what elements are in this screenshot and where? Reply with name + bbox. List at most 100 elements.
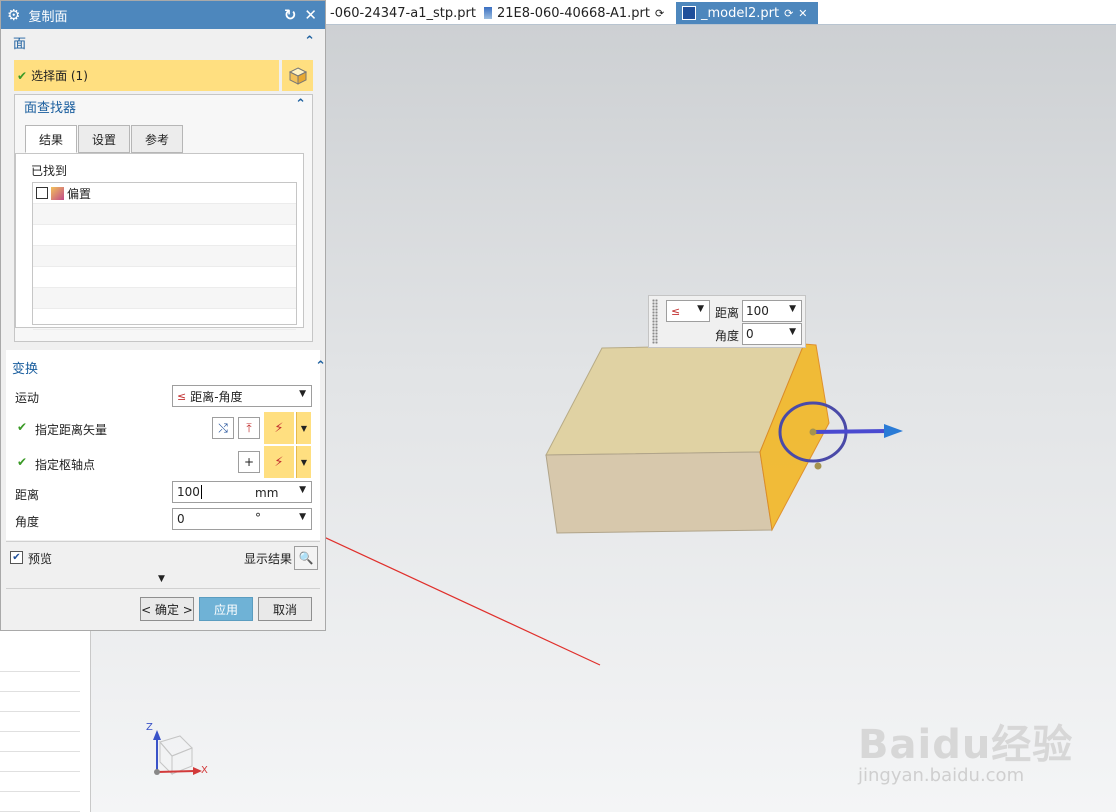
- collapse-icon[interactable]: ⌃: [304, 34, 315, 49]
- chevron-down-icon: ▼: [697, 304, 704, 314]
- tab-label: 参考: [144, 132, 169, 147]
- distance-input[interactable]: 100 mm ▼: [172, 481, 312, 503]
- reset-icon[interactable]: ↻: [284, 6, 297, 24]
- vector-dialog-button[interactable]: ⤒: [238, 417, 260, 439]
- transform-section-header[interactable]: 变换 ⌃: [0, 354, 336, 380]
- section-title: 面查找器: [24, 100, 77, 116]
- list-item: [33, 288, 296, 309]
- handle-angle-input[interactable]: 0 ▼: [742, 323, 802, 345]
- chevron-down-icon[interactable]: ▼: [299, 485, 306, 495]
- list-item: [33, 225, 296, 246]
- expand-more-icon[interactable]: ▼: [158, 574, 165, 584]
- ok-label: < 确定 >: [141, 602, 193, 617]
- tab-sync-icon[interactable]: ⟳: [784, 7, 793, 20]
- apply-label: 应用: [213, 602, 238, 617]
- collapse-icon[interactable]: ⌃: [295, 97, 306, 112]
- chevron-down-icon[interactable]: ▼: [299, 512, 306, 522]
- face-finder-header[interactable]: 面查找器 ⌃: [15, 95, 312, 117]
- item-checkbox[interactable]: [36, 187, 48, 199]
- view-triad: [153, 730, 202, 776]
- list-item[interactable]: 偏置: [33, 183, 296, 204]
- finder-tabs: 结果 设置 参考: [25, 125, 184, 153]
- dialog-title: 复制面: [28, 9, 68, 25]
- apply-button[interactable]: 应用: [199, 597, 253, 621]
- vector-options-dropdown[interactable]: ▼: [296, 412, 311, 444]
- handle-angle-value: 0: [746, 327, 754, 341]
- angle-label: 角度: [15, 515, 40, 529]
- distance-vector-label: 指定距离矢量: [35, 423, 108, 437]
- drag-grip-icon[interactable]: [652, 299, 658, 344]
- chevron-down-icon: ▼: [789, 304, 796, 314]
- show-result-button[interactable]: 🔍: [294, 546, 318, 570]
- check-icon: ✔: [17, 68, 28, 83]
- handle-distance-input[interactable]: 100 ▼: [742, 300, 802, 322]
- list-item: [33, 204, 296, 225]
- reverse-direction-button[interactable]: ⤭: [212, 417, 234, 439]
- face-section-header[interactable]: 面 ⌃: [1, 29, 325, 55]
- angle-unit: °: [255, 511, 261, 525]
- select-face-row[interactable]: ✔ 选择面 (1): [14, 60, 279, 91]
- handle-distance-label: 距离: [715, 306, 740, 320]
- distance-arrowhead: [884, 424, 903, 438]
- divider: [6, 541, 320, 542]
- doc-tab-1[interactable]: -060-24347-a1_stp.prt: [330, 2, 476, 24]
- list-item-label: 偏置: [67, 186, 92, 201]
- inferred-point-button[interactable]: ⚡: [264, 446, 294, 478]
- section-title: 变换: [12, 361, 39, 377]
- pivot-point-label: 指定枢轴点: [35, 458, 96, 472]
- check-icon: ✔: [17, 420, 28, 434]
- show-result-label: 显示结果: [244, 552, 293, 566]
- tab-sync-icon[interactable]: ⟳: [655, 7, 664, 20]
- triad-x-label: X: [201, 765, 208, 776]
- ok-button[interactable]: < 确定 >: [140, 597, 194, 621]
- distance-angle-icon: ≤: [671, 304, 681, 318]
- distance-label: 距离: [15, 488, 40, 502]
- offset-face-icon: [51, 186, 64, 200]
- point-dialog-button[interactable]: +: [238, 451, 260, 473]
- cancel-button[interactable]: 取消: [258, 597, 312, 621]
- chevron-down-icon: ▼: [300, 457, 308, 467]
- collapse-icon[interactable]: ⌃: [315, 359, 326, 374]
- tab-reference[interactable]: 参考: [131, 125, 183, 153]
- divider: [6, 588, 320, 589]
- doc-tab-label: _model2.prt: [701, 5, 780, 21]
- point-options-dropdown[interactable]: ▼: [296, 446, 311, 478]
- motion-type-select[interactable]: ≤ ▼: [666, 300, 710, 322]
- reverse-direction-icon: ⤭: [218, 420, 228, 435]
- tab-settings[interactable]: 设置: [78, 125, 130, 153]
- distance-angle-icon: ≤: [177, 389, 187, 403]
- tab-results[interactable]: 结果: [25, 125, 77, 153]
- close-icon[interactable]: ✕: [798, 7, 807, 20]
- face-selection-button[interactable]: [282, 60, 313, 91]
- distance-unit[interactable]: mm: [255, 486, 278, 500]
- part-file-icon: [484, 7, 492, 19]
- tab-label: 结果: [38, 132, 63, 147]
- preview-checkbox[interactable]: ✔: [10, 551, 23, 564]
- point-icon: +: [243, 455, 255, 469]
- dialog-title-bar[interactable]: ⚙ 复制面 ↻ ✕: [1, 1, 325, 29]
- watermark-url: jingyan.baidu.com: [858, 765, 1025, 786]
- gear-icon[interactable]: ⚙: [7, 6, 20, 24]
- handle-distance-value: 100: [746, 304, 769, 318]
- onscreen-input-panel: ≤ ▼ 距离 100 ▼ 角度 0 ▼: [648, 295, 806, 348]
- motion-select[interactable]: ≤ 距离-角度 ▼: [172, 385, 312, 407]
- chevron-down-icon: ▼: [299, 389, 306, 399]
- doc-tab-label: -060-24347-a1_stp.prt: [330, 5, 476, 21]
- doc-tab-2[interactable]: 21E8-060-40668-A1.prt ⟳: [484, 2, 664, 24]
- chevron-down-icon: ▼: [300, 423, 308, 433]
- inferred-point-icon: ⚡: [274, 454, 284, 470]
- angle-input[interactable]: 0 ° ▼: [172, 508, 312, 530]
- found-list: 偏置: [32, 182, 297, 330]
- angle-value: 0: [177, 512, 185, 526]
- close-icon[interactable]: ✕: [304, 6, 317, 24]
- text-cursor: [200, 485, 202, 499]
- doc-tab-label: 21E8-060-40668-A1.prt: [497, 5, 650, 21]
- inferred-vector-button[interactable]: ⚡: [264, 412, 294, 444]
- box-front-face: [545, 451, 773, 534]
- inferred-vector-icon: ⚡: [274, 420, 284, 436]
- check-icon: ✔: [17, 455, 28, 469]
- doc-tab-active[interactable]: _model2.prt ⟳ ✕: [676, 2, 818, 24]
- list-item: [33, 246, 296, 267]
- motion-label: 运动: [15, 391, 40, 405]
- pivot-point: [809, 428, 817, 436]
